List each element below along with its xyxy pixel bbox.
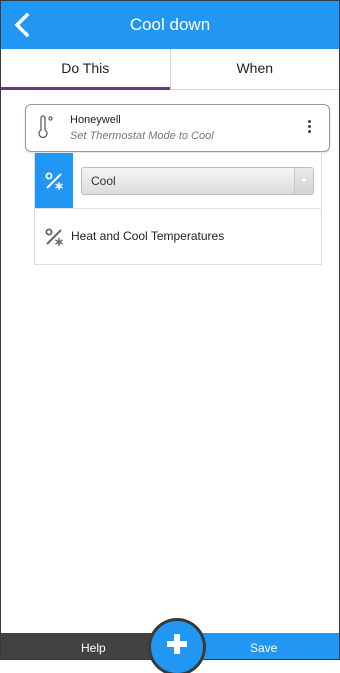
thermometer-icon [38, 115, 53, 138]
tab-bar: Do This When [1, 49, 339, 90]
device-name: Honeywell [70, 114, 121, 126]
percent-snowflake-icon [35, 153, 73, 208]
add-button[interactable] [151, 621, 203, 673]
plus-icon [167, 634, 187, 654]
page-title: Cool down [129, 15, 211, 34]
help-label: Help [81, 641, 106, 655]
device-card[interactable]: Honeywell Set Thermostat Mode to Cool [25, 104, 330, 152]
action-options: Cool Heat and Cool Temperatures [34, 153, 322, 265]
mode-select-value: Cool [91, 174, 116, 188]
app-screen: Cool down Do This When Honeywell Set The… [0, 0, 340, 660]
option-label: Heat and Cool Temperatures [71, 229, 225, 243]
save-label: Save [250, 641, 278, 655]
chevron-down-icon[interactable] [294, 168, 313, 194]
tab-when[interactable]: When [169, 49, 340, 89]
option-mode[interactable]: Cool [35, 153, 321, 208]
tab-do-this[interactable]: Do This [1, 49, 170, 90]
more-vertical-icon[interactable] [305, 120, 313, 138]
mode-select[interactable]: Cool [81, 167, 314, 195]
device-action: Set Thermostat Mode to Cool [70, 130, 214, 142]
help-button[interactable]: Help [1, 633, 170, 659]
percent-snowflake-icon [35, 209, 73, 264]
app-bar: Cool down [1, 1, 339, 49]
option-heat-cool-temperatures[interactable]: Heat and Cool Temperatures [35, 208, 321, 264]
